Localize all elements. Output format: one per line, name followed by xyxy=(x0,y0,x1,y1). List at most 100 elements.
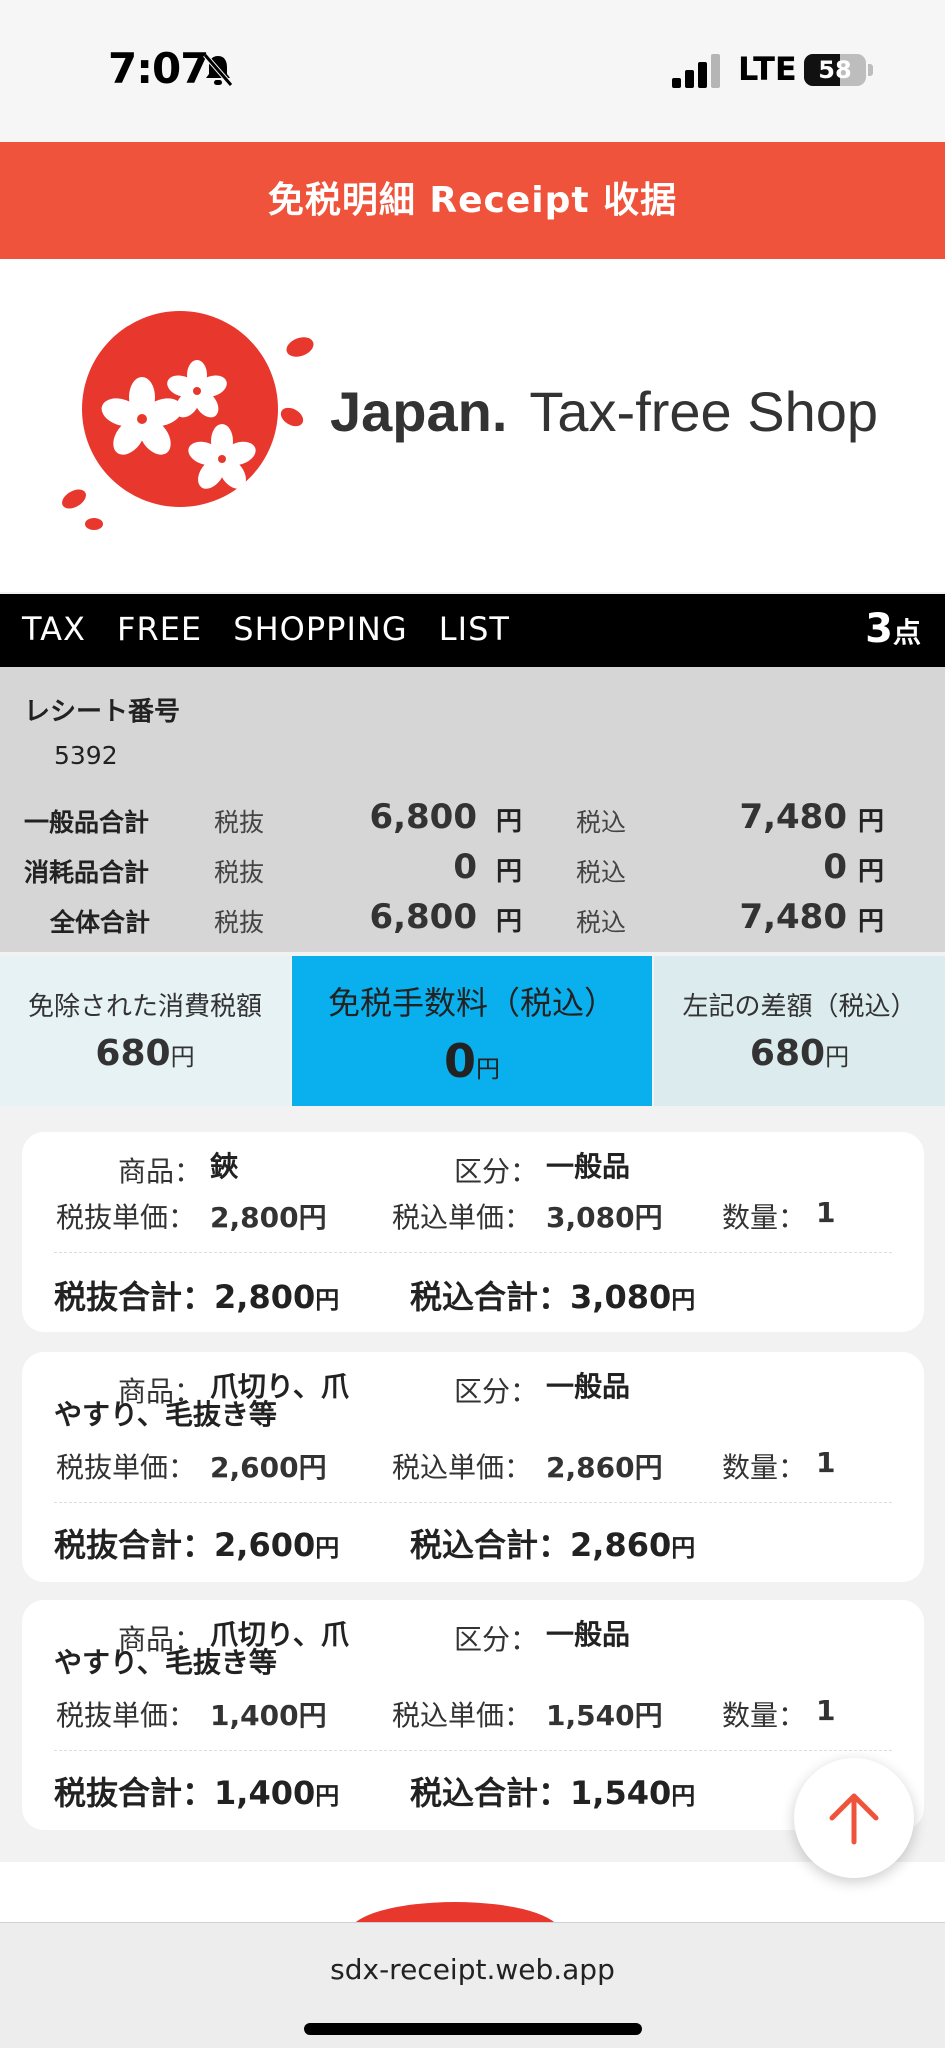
ex-total-label: 税抜合計： xyxy=(54,1278,215,1316)
ex-unit-price-label: 税抜単価： xyxy=(56,1699,197,1732)
in-label: 税込 xyxy=(576,908,627,937)
ex-label: 税抜 xyxy=(214,908,265,937)
ex-unit-price-label: 税抜単価： xyxy=(56,1451,197,1484)
yen-unit: 円 xyxy=(858,907,885,937)
battery-icon: 58 xyxy=(804,54,866,86)
summary-row-consumable: 消耗品合計 税抜 0 円 税込 0 円 xyxy=(0,847,945,891)
in-unit-price: 2,860円 xyxy=(546,1451,663,1484)
in-label: 税込 xyxy=(576,858,627,887)
category-label: 区分： xyxy=(454,1623,539,1656)
item-count-unit: 点 xyxy=(892,616,921,649)
category-value: 一般品 xyxy=(546,1370,631,1403)
in-total: 税込合計：2,860円 xyxy=(410,1520,695,1566)
network-type: LTE xyxy=(738,50,797,88)
ex-value: 6,800 xyxy=(369,797,477,837)
ex-total-value: 1,400 xyxy=(214,1774,316,1812)
home-indicator[interactable] xyxy=(304,2023,642,2035)
in-unit-price-label: 税込単価： xyxy=(392,1699,533,1732)
category-value: 一般品 xyxy=(546,1618,631,1651)
ex-total-label: 税抜合計： xyxy=(54,1526,215,1564)
status-bar: 7:07 LTE 58 xyxy=(0,0,945,142)
product-name: 鋏 xyxy=(210,1150,239,1183)
fee-label: 免税手数料（税込） xyxy=(327,984,616,1022)
qty-label: 数量： xyxy=(722,1451,807,1484)
tax-free-fee-box: 免税手数料（税込） 0円 xyxy=(292,956,652,1106)
yen-unit: 円 xyxy=(671,1782,696,1810)
row-label: 消耗品合計 xyxy=(24,858,150,887)
arrow-up-icon xyxy=(829,1793,879,1845)
page-title: 免税明細 Receipt 收据 xyxy=(0,142,945,259)
qty-value: 1 xyxy=(816,1694,836,1727)
battery-tip xyxy=(868,64,873,76)
row-label: 一般品合計 xyxy=(24,808,150,837)
list-title: TAX FREE SHOPPING LIST xyxy=(22,610,510,648)
ex-unit-price: 2,800円 xyxy=(210,1201,327,1234)
url-text[interactable]: sdx-receipt.web.app xyxy=(0,1953,945,1986)
item-card: 商品： 鋏 区分： 一般品 税抜単価： 2,800円 税込単価： 3,080円 … xyxy=(22,1132,924,1332)
qty-label: 数量： xyxy=(722,1201,807,1234)
category-label: 区分： xyxy=(454,1155,539,1188)
in-total-label: 税込合計： xyxy=(410,1278,571,1316)
ex-total: 税抜合計：2,600円 xyxy=(54,1520,339,1566)
value: 0 xyxy=(443,1034,476,1088)
footer-logo-peek xyxy=(0,1862,945,1962)
yen-unit: 円 xyxy=(671,1534,696,1562)
item-card: 商品： 爪切り、爪 やすり、毛抜き等 区分： 一般品 税抜単価： 2,600円 … xyxy=(22,1352,924,1582)
status-time: 7:07 xyxy=(108,44,209,93)
brand-bold: Japan. xyxy=(330,380,508,443)
yen-unit: 円 xyxy=(315,1782,340,1810)
divider xyxy=(54,1502,892,1503)
unit: 円 xyxy=(170,1043,195,1071)
row-label: 全体合計 xyxy=(50,908,151,937)
summary-row-general: 一般品合計 税抜 6,800 円 税込 7,480 円 xyxy=(0,797,945,841)
in-unit-price: 3,080円 xyxy=(546,1201,663,1234)
ex-total: 税抜合計：2,800円 xyxy=(54,1272,339,1318)
ex-total-value: 2,600 xyxy=(214,1526,316,1564)
scroll-to-top-button[interactable] xyxy=(794,1758,914,1878)
value: 680 xyxy=(749,1033,826,1074)
shopping-list-bar: TAX FREE SHOPPING LIST 3点 xyxy=(0,594,945,667)
in-total-value: 1,540 xyxy=(570,1774,672,1812)
brand-name: Japan. Tax-free Shop xyxy=(330,379,878,444)
in-value: 7,480 xyxy=(739,797,847,837)
bell-muted-icon xyxy=(203,53,233,87)
yen-unit: 円 xyxy=(315,1286,340,1314)
brand-rest: Tax-free Shop xyxy=(529,380,879,443)
in-label: 税込 xyxy=(576,808,627,837)
ex-unit-price: 1,400円 xyxy=(210,1699,327,1732)
ex-value: 6,800 xyxy=(369,897,477,937)
ex-total: 税抜合計：1,400円 xyxy=(54,1768,339,1814)
ex-value: 0 xyxy=(453,847,477,887)
unit: 円 xyxy=(825,1043,850,1071)
divider xyxy=(54,1252,892,1253)
category-label: 区分： xyxy=(454,1375,539,1408)
yen-unit: 円 xyxy=(496,807,523,837)
receipt-number-label: レシート番号 xyxy=(24,697,181,727)
difference-box: 左記の差額（税込） 680円 xyxy=(654,956,945,1106)
value: 680 xyxy=(95,1033,171,1074)
in-unit-price-label: 税込単価： xyxy=(392,1451,533,1484)
difference-value: 680円 xyxy=(654,1033,945,1074)
divider xyxy=(54,1750,892,1751)
browser-address-bar[interactable]: sdx-receipt.web.app xyxy=(0,1922,945,2048)
ex-label: 税抜 xyxy=(214,808,265,837)
yen-unit: 円 xyxy=(496,907,523,937)
product-name-line2: やすり、毛抜き等 xyxy=(54,1398,277,1431)
ex-unit-price: 2,600円 xyxy=(210,1451,327,1484)
in-total-label: 税込合計： xyxy=(410,1526,571,1564)
product-name-line2: やすり、毛抜き等 xyxy=(54,1646,277,1679)
exempt-tax-value: 680円 xyxy=(0,1033,290,1074)
qty-value: 1 xyxy=(816,1446,836,1479)
exempt-tax-box: 免除された消費税額 680円 xyxy=(0,956,290,1106)
exempt-tax-label: 免除された消費税額 xyxy=(27,992,262,1022)
ex-total-label: 税抜合計： xyxy=(54,1774,215,1812)
ex-unit-price-label: 税抜単価： xyxy=(56,1201,197,1234)
in-value: 7,480 xyxy=(739,897,847,937)
in-unit-price: 1,540円 xyxy=(546,1699,663,1732)
difference-label: 左記の差額（税込） xyxy=(682,992,917,1022)
ex-label: 税抜 xyxy=(214,858,265,887)
sakura-sun-logo-icon xyxy=(62,311,314,530)
summary-row-total: 全体合計 税抜 6,800 円 税込 7,480 円 xyxy=(0,897,945,941)
in-total: 税込合計：1,540円 xyxy=(410,1768,695,1814)
in-total-value: 3,080 xyxy=(570,1278,672,1316)
